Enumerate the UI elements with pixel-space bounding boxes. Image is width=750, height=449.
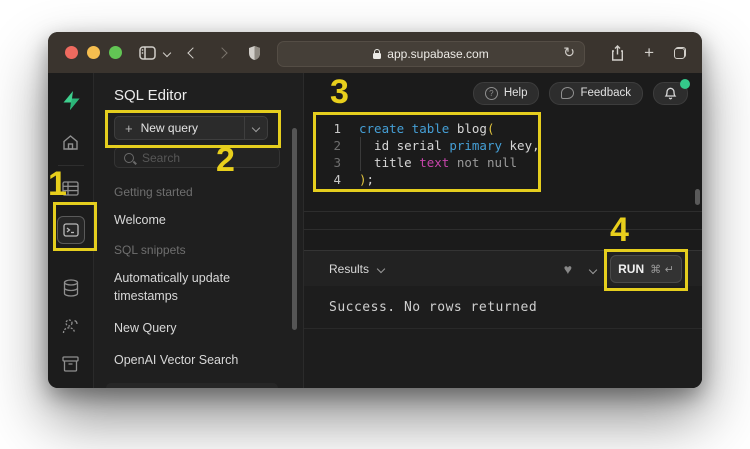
line-number: 1 [333,121,341,136]
run-button[interactable]: RUN ⌘ ↵ [610,255,682,283]
bell-icon [664,87,677,100]
address-bar[interactable]: app.supabase.com ↻ [277,41,585,67]
sidebar-item[interactable]: Automatically update timestamps [114,269,274,305]
close-window-button[interactable] [65,46,78,59]
zoom-window-button[interactable] [109,46,122,59]
notification-dot [680,78,690,89]
page-title: SQL Editor [114,87,187,104]
run-label: RUN [618,262,645,276]
database-icon[interactable] [48,269,93,307]
sql-editor-icon[interactable] [56,216,85,244]
line-number: 2 [333,138,341,153]
back-icon[interactable] [187,46,199,59]
nav-rail [48,73,94,388]
notifications-button[interactable] [653,78,690,105]
code-line[interactable]: id serial primary key, [359,137,702,154]
results-dropdown[interactable]: Results [329,262,386,276]
code-line[interactable]: create table blog( [359,120,702,137]
privacy-shield-icon[interactable] [248,45,261,61]
forward-icon[interactable] [216,46,228,59]
tab-overview-icon[interactable] [674,46,686,59]
address-url: app.supabase.com [387,47,489,61]
line-number: 4 [333,172,341,187]
sidebar-item[interactable]: OpenAI Vector Search [114,351,274,369]
reload-icon[interactable]: ↻ [563,44,575,61]
search-placeholder: Search [142,150,181,165]
sidebar-section-label: Getting started [114,185,193,199]
sidebar-list: Getting started Welcome SQL snippets Automa… [106,172,291,388]
new-query-dropdown-toggle[interactable] [244,117,267,139]
chat-bubble-icon [561,87,575,99]
sidebar-item[interactable]: Untitled query [106,383,278,388]
table-editor-icon[interactable] [48,169,93,207]
screenshot-canvas: app.supabase.com ↻ + SQL Editor + New qu… [0,0,750,449]
editor-gutter: 1 2 3 4 [304,120,348,250]
main-panel: ? Help Feedback 1 2 3 4 create table blo… [304,73,702,388]
traffic-lights [65,46,122,59]
sql-code-editor[interactable]: 1 2 3 4 create table blog( id serial primar… [304,113,702,250]
chevron-down-icon [376,264,386,274]
home-icon[interactable] [48,122,93,162]
help-icon: ? [484,86,498,100]
feedback-button[interactable]: Feedback [549,81,643,105]
browser-titlebar: app.supabase.com ↻ + [48,32,702,73]
chevron-down-icon [251,123,261,133]
sidebar-item[interactable]: Welcome [114,211,274,229]
sidebar-section-label: SQL snippets [114,243,186,257]
lock-icon [373,48,382,59]
new-tab-icon[interactable]: + [644,44,654,61]
favorite-icon[interactable]: ♥ [564,261,572,277]
plus-icon: + [125,120,133,136]
search-icon [124,152,134,163]
share-icon[interactable] [611,44,624,61]
main-header: ? Help Feedback [304,73,702,113]
minimize-window-button[interactable] [87,46,100,59]
results-output: Success. No rows returned [304,286,702,388]
rail-divider [57,165,84,166]
results-toolbar: Results ♥ RUN ⌘ ↵ [304,250,702,287]
app-content: SQL Editor + New query Search Getting st… [48,73,702,388]
help-button[interactable]: ? Help [472,81,540,105]
favorite-chevron-icon[interactable] [588,262,598,276]
new-query-label: New query [140,121,198,135]
run-shortcut: ⌘ ↵ [650,262,674,276]
editor-code[interactable]: create table blog( id serial primary key… [348,120,702,250]
sidebar-item[interactable]: New Query [114,319,274,337]
storage-icon[interactable] [48,345,93,383]
new-query-button[interactable]: + New query [114,116,268,140]
editor-scrollbar[interactable] [695,189,700,205]
sql-editor-sidebar: SQL Editor + New query Search Getting st… [94,73,304,388]
sidebar-scrollbar[interactable] [292,128,297,330]
sidebar-toggle-icon[interactable] [139,45,156,60]
search-input[interactable]: Search [114,147,280,168]
supabase-logo-icon[interactable] [48,78,93,122]
indent-guide [360,137,361,171]
titlebar-chevron-down-icon[interactable] [162,48,172,57]
success-message: Success. No rows returned [304,286,702,329]
code-line[interactable]: title text not null [359,154,702,171]
line-number: 3 [333,155,341,170]
code-line[interactable]: ); [359,171,702,188]
help-label: Help [503,87,528,99]
feedback-label: Feedback [580,87,631,99]
auth-users-icon[interactable] [48,307,93,345]
results-label: Results [329,262,370,276]
browser-window: app.supabase.com ↻ + SQL Editor + New qu… [48,32,702,388]
current-line-highlight [304,211,702,230]
